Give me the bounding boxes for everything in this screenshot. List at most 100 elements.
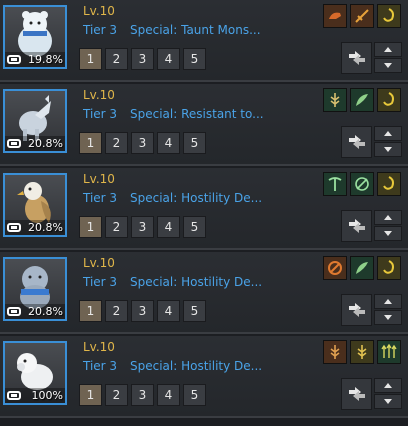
arrow-up-icon: [384, 299, 392, 304]
feed-percent: 100%: [31, 389, 63, 402]
page-button[interactable]: 5: [183, 132, 206, 154]
pet-tier: Tier 3: [83, 23, 118, 37]
feather-wing-icon[interactable]: [350, 88, 374, 112]
move-down-button[interactable]: [374, 394, 402, 409]
page-button[interactable]: 2: [105, 216, 128, 238]
arrow-down-icon: [384, 231, 392, 236]
swap-button[interactable]: [341, 126, 372, 158]
gold-rune-icon[interactable]: [377, 4, 401, 28]
page-button[interactable]: 4: [157, 48, 180, 70]
pet-special: Special: Hostility De...: [130, 359, 263, 373]
arrow-down-icon: [384, 147, 392, 152]
swap-button[interactable]: [341, 378, 372, 410]
page-selector: 1 2 3 4 5: [79, 216, 209, 238]
pet-portrait[interactable]: 20.8%: [3, 89, 67, 153]
pet-row[interactable]: 20.8% Lv.10 Tier 3 Special: Resistant to…: [0, 84, 408, 166]
move-up-button[interactable]: [374, 42, 402, 57]
pet-row[interactable]: 20.8% Lv.10 Tier 3 Special: Hostility De…: [0, 168, 408, 250]
page-button[interactable]: 4: [157, 300, 180, 322]
page-button[interactable]: 2: [105, 48, 128, 70]
feed-percent: 20.8%: [28, 221, 63, 234]
pet-portrait[interactable]: 20.8%: [3, 257, 67, 321]
page-button[interactable]: 3: [131, 132, 154, 154]
swap-icon: [348, 303, 365, 317]
boar-charge-icon[interactable]: [323, 4, 347, 28]
page-button[interactable]: 5: [183, 300, 206, 322]
page-button[interactable]: 3: [131, 300, 154, 322]
feed-status: 100%: [5, 388, 65, 403]
page-button[interactable]: 1: [79, 216, 102, 238]
move-up-button[interactable]: [374, 294, 402, 309]
arrow-down-icon: [384, 63, 392, 68]
page-button[interactable]: 5: [183, 216, 206, 238]
wheat-sigil-icon[interactable]: [323, 340, 347, 364]
arrow-up-icon: [384, 131, 392, 136]
page-button[interactable]: 1: [79, 48, 102, 70]
arrow-up-icon: [384, 383, 392, 388]
pet-row[interactable]: 20.8% Lv.10 Tier 3 Special: Hostility De…: [0, 252, 408, 334]
axe-strike-icon[interactable]: [323, 256, 347, 280]
pet-portrait[interactable]: 20.8%: [3, 173, 67, 237]
page-button[interactable]: 1: [79, 300, 102, 322]
sword-slash-icon[interactable]: [350, 4, 374, 28]
swap-icon: [348, 387, 365, 401]
arrow-up-icon: [384, 215, 392, 220]
pet-special: Special: Hostility De...: [130, 191, 263, 205]
page-button[interactable]: 3: [131, 48, 154, 70]
pet-special: Special: Hostility De...: [130, 275, 263, 289]
pet-level: Lv.10: [83, 88, 115, 102]
swap-icon: [348, 51, 365, 65]
page-button[interactable]: 2: [105, 300, 128, 322]
page-button[interactable]: 1: [79, 384, 102, 406]
arrow-up-icon: [384, 47, 392, 52]
move-up-button[interactable]: [374, 210, 402, 225]
pickaxe-icon[interactable]: [323, 172, 347, 196]
feather-wing-icon[interactable]: [350, 256, 374, 280]
page-button[interactable]: 3: [131, 384, 154, 406]
pet-portrait[interactable]: 19.8%: [3, 5, 67, 69]
move-up-button[interactable]: [374, 126, 402, 141]
move-up-button[interactable]: [374, 378, 402, 393]
feed-status: 20.8%: [5, 136, 65, 151]
pet-tier: Tier 3: [83, 359, 118, 373]
move-down-button[interactable]: [374, 310, 402, 325]
wheat-sigil-icon[interactable]: [350, 340, 374, 364]
pet-row[interactable]: 100% Lv.10 Tier 3 Special: Hostility De.…: [0, 336, 408, 418]
swap-button[interactable]: [341, 210, 372, 242]
wheat-sigil-icon[interactable]: [323, 88, 347, 112]
swap-button[interactable]: [341, 294, 372, 326]
pet-portrait[interactable]: 100%: [3, 341, 67, 405]
page-button[interactable]: 2: [105, 384, 128, 406]
pet-row[interactable]: 19.8% Lv.10 Tier 3 Special: Taunt Mons..…: [0, 0, 408, 82]
page-button[interactable]: 5: [183, 48, 206, 70]
feed-percent: 19.8%: [28, 53, 63, 66]
food-icon: [7, 307, 21, 316]
arrow-down-icon: [384, 315, 392, 320]
gold-rune-icon[interactable]: [377, 88, 401, 112]
page-button[interactable]: 4: [157, 384, 180, 406]
feed-status: 19.8%: [5, 52, 65, 67]
food-icon: [7, 55, 21, 64]
gold-rune-icon[interactable]: [377, 256, 401, 280]
gold-rune-icon[interactable]: [377, 172, 401, 196]
page-selector: 1 2 3 4 5: [79, 48, 209, 70]
feed-status: 20.8%: [5, 304, 65, 319]
pet-special: Special: Taunt Mons...: [130, 23, 261, 37]
move-down-button[interactable]: [374, 142, 402, 157]
pet-special: Special: Resistant to...: [130, 107, 264, 121]
triple-arrow-icon[interactable]: [377, 340, 401, 364]
page-button[interactable]: 2: [105, 132, 128, 154]
page-button[interactable]: 5: [183, 384, 206, 406]
page-button[interactable]: 3: [131, 216, 154, 238]
move-down-button[interactable]: [374, 226, 402, 241]
page-button[interactable]: 4: [157, 216, 180, 238]
pet-tier: Tier 3: [83, 275, 118, 289]
skill-slots: [323, 4, 404, 28]
swap-button[interactable]: [341, 42, 372, 74]
move-down-button[interactable]: [374, 58, 402, 73]
crossed-circle-icon[interactable]: [350, 172, 374, 196]
skill-slots: [323, 88, 404, 112]
page-button[interactable]: 4: [157, 132, 180, 154]
feed-percent: 20.8%: [28, 305, 63, 318]
page-button[interactable]: 1: [79, 132, 102, 154]
